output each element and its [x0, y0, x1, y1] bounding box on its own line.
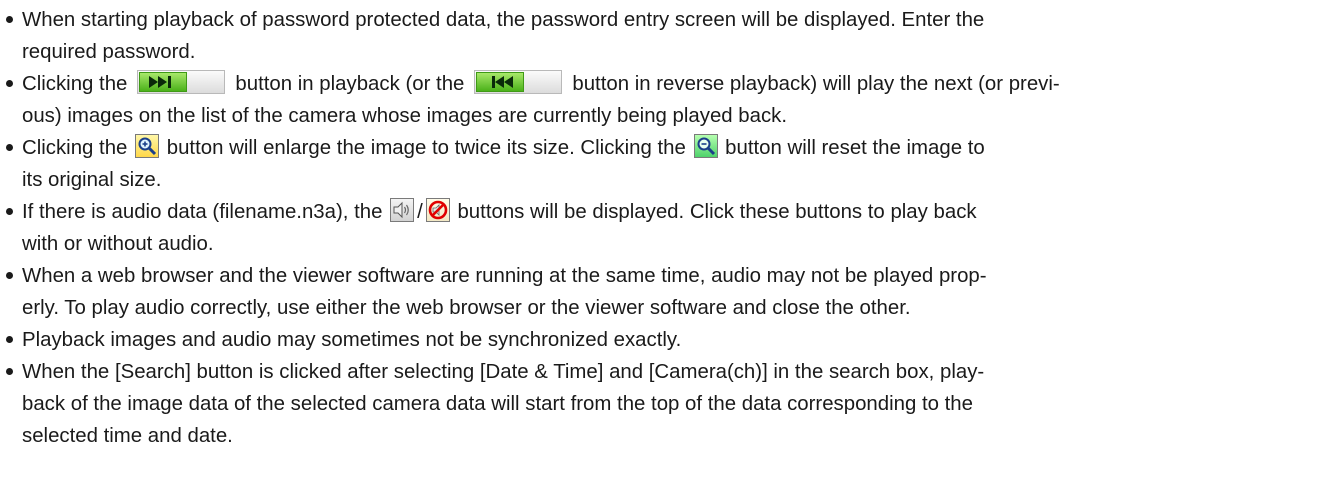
- note-text: erly. To play audio correctly, use eithe…: [22, 297, 911, 319]
- note-text: back of the image data of the selected c…: [22, 393, 973, 415]
- note-text: selected time and date.: [22, 425, 233, 447]
- note-browser-audio: When a web browser and the viewer softwa…: [0, 260, 1320, 324]
- audio-off-button[interactable]: [425, 198, 450, 222]
- note-text: its original size.: [22, 169, 162, 191]
- note-text: When a web browser and the viewer softwa…: [22, 265, 987, 287]
- bullet: [6, 336, 13, 343]
- note-text: with or without audio.: [22, 233, 214, 255]
- bullet: [6, 208, 13, 215]
- previous-button[interactable]: [474, 70, 563, 94]
- note-text: When the [Search] button is clicked afte…: [22, 361, 985, 383]
- note-zoom: Clicking the button will enlarge the ima…: [0, 132, 1320, 196]
- skip-previous-icon: [476, 72, 525, 92]
- mute-icon: [428, 200, 448, 220]
- bullet: [6, 144, 13, 151]
- zoom-reset-icon: [697, 137, 715, 156]
- note-text: ous) images on the list of the camera wh…: [22, 105, 788, 127]
- note-text: Clicking the: [22, 137, 128, 159]
- next-button[interactable]: [137, 70, 226, 94]
- note-skip-buttons: Clicking the button in playback (or the bu…: [0, 68, 1320, 132]
- zoom-reset-button[interactable]: [693, 134, 718, 158]
- note-text: Clicking the: [22, 73, 128, 95]
- note-text: required password.: [22, 41, 196, 63]
- note-sync: Playback images and audio may sometimes …: [0, 324, 1320, 356]
- note-text: button in playback (or the: [235, 73, 465, 95]
- audio-on-button[interactable]: [390, 198, 415, 222]
- bullet: [6, 80, 13, 87]
- speaker-icon: [393, 201, 409, 219]
- bullet: [6, 368, 13, 375]
- note-text: buttons will be displayed. Click these b…: [457, 201, 977, 223]
- note-text: button in reverse playback) will play th…: [572, 73, 1060, 95]
- note-text: When starting playback of password prote…: [22, 9, 985, 31]
- button-separator: /: [417, 201, 423, 223]
- note-text: button will reset the image to: [725, 137, 985, 159]
- zoom-in-icon: [138, 137, 157, 156]
- zoom-in-button[interactable]: [135, 134, 160, 158]
- note-search: When the [Search] button is clicked afte…: [0, 356, 1320, 452]
- note-audio-buttons: If there is audio data (filename.n3a), t…: [0, 196, 1320, 260]
- notes-list: When starting playback of password prote…: [0, 4, 1320, 452]
- bullet: [6, 272, 13, 279]
- skip-next-icon: [139, 72, 188, 92]
- bullet: [6, 16, 13, 23]
- note-password: When starting playback of password prote…: [0, 4, 1320, 68]
- note-text: If there is audio data (filename.n3a), t…: [22, 201, 383, 223]
- note-text: button will enlarge the image to twice i…: [166, 137, 686, 159]
- note-text: Playback images and audio may sometimes …: [22, 329, 682, 351]
